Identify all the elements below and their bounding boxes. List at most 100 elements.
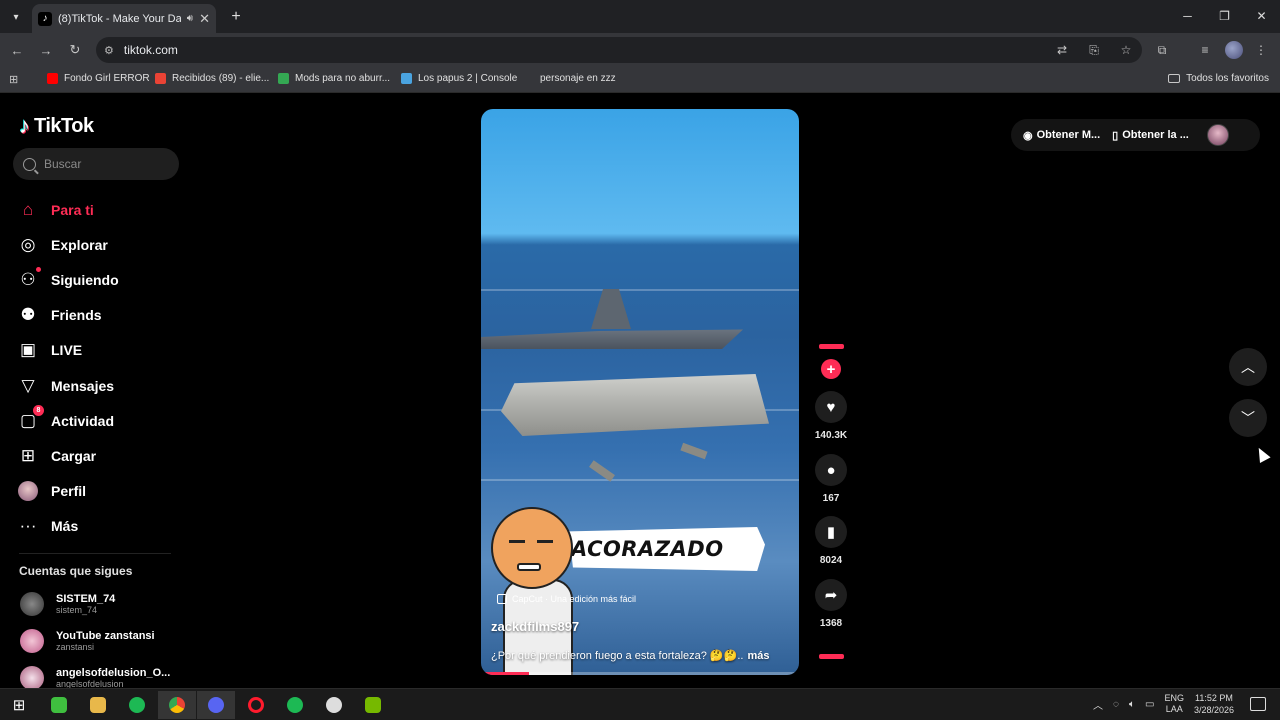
minimize-button[interactable]: ─ [1169,0,1206,32]
windows-taskbar: ⊞ ︿ ◌ 🔈︎ ▭ ENG LAA 11:52 PM 3/28/2026 [0,688,1280,720]
sidebar-nav: ⌂ Para ti ◎ Explorar ⚇ Siguiendo ⚉ Frien… [18,192,119,544]
sidebar-item-live[interactable]: ▣ LIVE [18,333,119,368]
taskbar-chrome[interactable] [158,691,196,719]
youtube-icon [47,73,58,84]
more-link[interactable]: más [747,650,769,662]
volume-icon[interactable]: 🔈︎ [1129,699,1135,710]
search-input[interactable] [44,157,164,171]
display-icon[interactable]: ▭ [1145,699,1154,710]
translate-icon[interactable]: ⇄ [1054,42,1070,58]
speaker-icon[interactable]: 🔊︎ [187,13,193,24]
like-action[interactable]: ♥ 140.3K [813,391,849,441]
bookmark-icon[interactable]: ▮ [815,516,847,548]
following-account[interactable]: SISTEM_74 sistem_74 [20,592,115,616]
bookmark-star-icon[interactable]: ☆ [1118,42,1134,58]
extensions-icon[interactable]: ⧉ [1153,41,1171,59]
sidebar-item-actividad[interactable]: ▢ 8 Actividad [18,403,119,438]
save-action[interactable]: ▮ 8024 [813,516,849,566]
taskbar-discord[interactable] [197,691,235,719]
user-avatar[interactable] [1206,124,1229,146]
sidebar-item-mas[interactable]: ··· Más [18,509,119,544]
drive-icon [278,73,289,84]
bookmark-recibidos[interactable]: Recibidos (89) - elie... [155,73,269,84]
follow-button[interactable]: + [821,359,841,379]
get-coins-button[interactable]: ◉ Obtener M... [1023,129,1100,142]
bookmark-personaje[interactable]: personaje en zzz [540,73,616,84]
tiktok-logo[interactable]: ♪ TikTok [19,113,94,139]
sidebar-item-perfil[interactable]: Perfil [18,474,119,509]
bookmark-fondo-girl[interactable]: Fondo Girl ERROR [47,73,150,84]
taskbar-opera[interactable] [237,691,275,719]
video-progress-bar[interactable] [481,672,799,675]
chevron-up-icon: ︿ [1241,359,1255,375]
browser-tab-tiktok[interactable]: ♪ (8)TikTok - Make Your Day 🔊︎ ✕ [32,4,216,33]
new-tab-button[interactable]: + [226,7,246,27]
keyboard-layout: LAA [1165,704,1183,714]
comment-action[interactable]: ● 167 [813,454,849,504]
account-handle: angelsofdelusion [56,679,124,688]
following-account[interactable]: angelsofdelusion_O... angelsofdelusion [20,666,170,688]
media-controls-icon[interactable]: ≡ [1196,41,1214,59]
avatar [20,592,44,616]
taskbar-spotify[interactable] [276,691,314,719]
address-bar[interactable]: ⚙ tiktok.com ⇄ ⎘ ☆ [96,37,1142,63]
forward-button[interactable]: → [37,41,55,59]
logo-text: TikTok [34,114,94,137]
site-info-icon[interactable]: ⚙ [104,44,114,57]
share-count: 1368 [819,618,843,629]
notification-icon[interactable] [1250,697,1266,711]
back-button[interactable]: ← [8,41,26,59]
next-video-button[interactable]: ﹀ [1229,399,1267,437]
more-icon: ··· [19,516,37,536]
browser-menu-icon[interactable]: ⋮ [1252,41,1270,59]
get-app-button[interactable]: ▯ Obtener la ... [1112,129,1189,142]
start-button[interactable]: ⊞ [0,691,38,719]
all-bookmarks[interactable]: Todos los favoritos [1168,73,1269,84]
sidebar-item-siguiendo[interactable]: ⚇ Siguiendo [18,262,119,297]
search-box[interactable] [13,148,179,180]
friends-icon: ⚉ [20,305,36,325]
capcut-tag[interactable]: CapCut · Una edición más fácil [497,594,636,604]
url-text[interactable]: tiktok.com [124,43,178,57]
taskbar-nvidia[interactable] [354,691,392,719]
share-icon[interactable]: ➦ [815,579,847,611]
clock-date: 3/28/2026 [1193,705,1234,715]
language-indicator[interactable]: ENG LAA [1164,693,1184,715]
close-window-button[interactable]: ✕ [1243,0,1280,32]
video-username[interactable]: zackdfilms897 [491,619,579,634]
avatar [20,666,44,688]
heart-icon[interactable]: ♥ [815,391,847,423]
following-account[interactable]: YouTube zanstansi zanstansi [20,629,155,653]
sidebar-item-explorar[interactable]: ◎ Explorar [18,227,119,262]
taskbar-app-3[interactable] [118,691,156,719]
account-name: angelsofdelusion_O... [56,667,171,679]
sidebar-item-label: Cargar [51,447,97,464]
previous-video-button[interactable]: ︿ [1229,348,1267,386]
taskbar-file-explorer[interactable] [79,691,117,719]
restore-button[interactable]: ❐ [1206,0,1243,32]
reload-button[interactable]: ↻ [66,41,84,59]
sidebar-item-para-ti[interactable]: ⌂ Para ti [18,192,119,227]
bookmark-los-papus[interactable]: Los papus 2 | Console [401,73,517,84]
bookmark-mods[interactable]: Mods para no aburr... [278,73,390,84]
share-action[interactable]: ➦ 1368 [813,579,849,629]
app-icon [129,697,145,713]
sidebar-item-friends[interactable]: ⚉ Friends [18,298,119,333]
sidebar-item-label: Más [51,518,79,535]
tab-search-button[interactable]: ▾ [6,7,26,27]
apps-grid-icon[interactable]: ⊞ [9,73,18,86]
install-app-icon[interactable]: ⎘ [1086,42,1102,58]
comment-icon[interactable]: ● [815,454,847,486]
chevron-up-icon[interactable]: ︿ [1093,697,1103,712]
sidebar-item-mensajes[interactable]: ▽ Mensajes [18,368,119,403]
video-player[interactable]: ACORAZADO CapCut · Una edición más fácil… [481,109,799,675]
network-icon[interactable]: ◌ [1113,699,1119,710]
close-tab-icon[interactable]: ✕ [199,11,210,27]
browser-profile-avatar[interactable] [1225,41,1243,59]
taskbar-app-8[interactable] [315,691,353,719]
sidebar-item-cargar[interactable]: ⊞ Cargar [18,438,119,473]
like-count: 140.3K [814,430,848,441]
clock[interactable]: 11:52 PM 3/28/2026 [1194,692,1234,716]
bookmarks-bar: ⊞ Fondo Girl ERROR Recibidos (89) - elie… [0,67,1280,93]
taskbar-app-1[interactable] [40,691,78,719]
